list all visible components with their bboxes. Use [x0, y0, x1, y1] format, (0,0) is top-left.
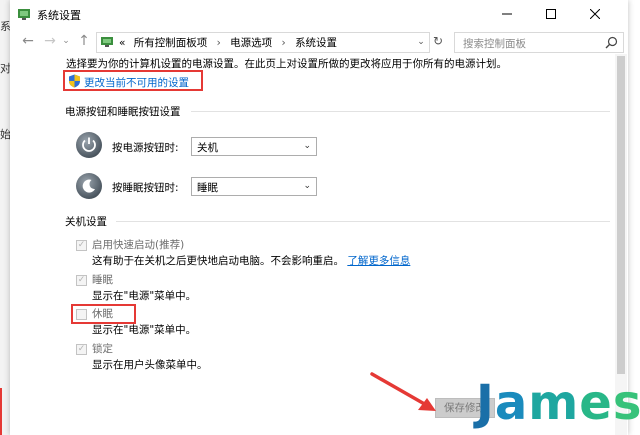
shutdown-section-heading: 关机设置 [65, 216, 107, 228]
lock-checkbox[interactable]: ✓ [76, 344, 87, 355]
hibernate-option-description: 显示在"电源"菜单中。 [92, 324, 197, 336]
sleep-button-action-value: 睡眠 [197, 182, 218, 194]
power-button-label: 按电源按钮时: [112, 142, 179, 154]
section-divider [191, 111, 610, 112]
maximize-button[interactable] [529, 0, 573, 28]
search-placeholder: 搜索控制面板 [463, 38, 526, 50]
learn-more-link[interactable]: 了解更多信息 [347, 255, 410, 267]
change-settings-highlight: 更改当前不可用的设置 [63, 70, 203, 91]
breadcrumb-separator-icon: › [216, 37, 221, 49]
red-arrow-annotation [370, 372, 436, 411]
sleep-button-action-select[interactable]: 睡眠 ⌄ [191, 177, 317, 196]
sleep-button-label: 按睡眠按钮时: [112, 182, 179, 194]
breadcrumb-item[interactable]: 所有控制面板项 [134, 35, 208, 50]
chevron-down-icon: ⌄ [303, 181, 311, 191]
section-divider [116, 221, 610, 222]
breadcrumb-item[interactable]: 系统设置 [295, 35, 337, 50]
maximize-icon [546, 9, 556, 19]
power-button-icon [76, 132, 102, 158]
minimize-button[interactable] [485, 0, 529, 28]
sleep-button-icon [76, 173, 102, 199]
shield-icon [69, 74, 80, 88]
close-button[interactable] [573, 0, 617, 28]
change-unavailable-settings-link[interactable]: 更改当前不可用的设置 [84, 75, 189, 90]
power-button-action-value: 关机 [197, 142, 218, 154]
control-panel-icon [101, 37, 113, 47]
intro-text: 选择要为你的计算机设置的电源设置。在此页上对设置所做的更改将应用于你所有的电源计… [66, 58, 507, 70]
lock-option-label: 锁定 [92, 343, 113, 355]
sleep-option-label: 睡眠 [92, 274, 113, 286]
sleep-checkbox[interactable]: ✓ [76, 275, 87, 286]
control-panel-icon [18, 9, 30, 20]
forward-button[interactable]: → [40, 32, 60, 50]
lock-option-description: 显示在用户头像菜单中。 [92, 359, 208, 371]
breadcrumb: « 所有控制面板项 › 电源选项 › 系统设置 [119, 35, 337, 50]
back-button[interactable]: ← [18, 32, 38, 50]
minimize-icon [502, 13, 512, 15]
power-button-section-heading: 电源按钮和睡眠按钮设置 [65, 106, 181, 118]
fast-startup-description: 这有助于在关机之后更快地启动电脑。不会影响重启。 了解更多信息 [92, 253, 410, 268]
scroll-thumb[interactable] [617, 56, 625, 374]
system-settings-window: 系统设置 ← → ⌄ ↑ « 所有控制面板项 › 电源选项 › 系统设置 ⌄ ↻… [10, 0, 628, 435]
chevron-down-icon: ⌄ [303, 141, 311, 151]
breadcrumb-item[interactable]: 电源选项 [230, 35, 272, 50]
address-bar[interactable]: « 所有控制面板项 › 电源选项 › 系统设置 ⌄ [96, 32, 430, 53]
search-icon[interactable] [605, 36, 618, 49]
breadcrumb-prefix[interactable]: « [119, 37, 125, 49]
power-button-action-select[interactable]: 关机 ⌄ [191, 137, 317, 156]
refresh-icon[interactable]: ↻ [431, 32, 445, 51]
sleep-option-description: 显示在"电源"菜单中。 [92, 290, 197, 302]
watermark-text: James [476, 375, 640, 431]
hibernate-option-label: 休眠 [92, 308, 113, 320]
title-bar[interactable]: 系统设置 [10, 0, 628, 28]
james-watermark-logo: James [466, 372, 640, 435]
up-button[interactable]: ↑ [74, 32, 94, 50]
fast-startup-description-text: 这有助于在关机之后更快地启动电脑。不会影响重启。 [92, 255, 344, 267]
window-title: 系统设置 [37, 9, 81, 22]
search-box[interactable]: 搜索控制面板 [454, 32, 624, 53]
recent-locations-icon[interactable]: ⌄ [60, 32, 72, 50]
background-red-line [0, 388, 2, 435]
address-dropdown-icon[interactable]: ⌄ [415, 33, 427, 52]
breadcrumb-separator-icon: › [281, 37, 286, 49]
close-icon [590, 9, 600, 19]
fast-startup-label: 启用快速启动(推荐) [92, 239, 185, 251]
fast-startup-checkbox[interactable]: ✓ [76, 240, 87, 251]
hibernate-checkbox[interactable] [76, 309, 87, 320]
